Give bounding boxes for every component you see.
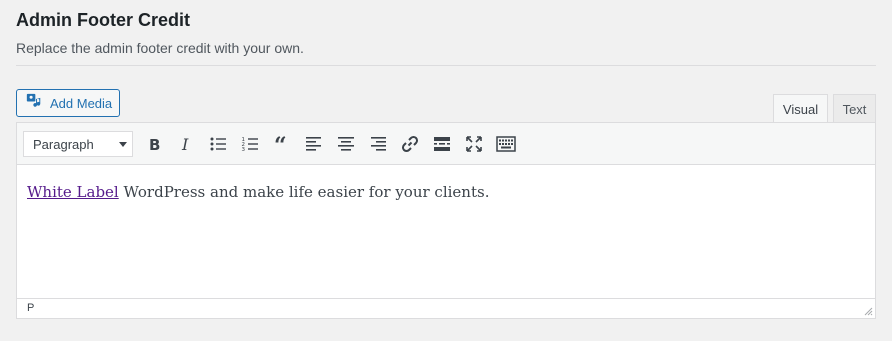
editor-toolbar: Paragraph B I 123 “ <box>17 123 875 165</box>
numbered-list-icon: 123 <box>242 137 258 153</box>
svg-text:“: “ <box>274 134 287 154</box>
toolbar-toggle-button[interactable] <box>495 133 517 155</box>
read-more-icon <box>434 137 450 151</box>
blockquote-icon: “ <box>274 134 287 154</box>
align-left-icon <box>306 137 321 151</box>
italic-icon: I <box>181 135 189 154</box>
add-media-label: Add Media <box>50 95 113 111</box>
bulleted-list-icon <box>210 137 226 151</box>
format-select-value: Paragraph <box>33 136 94 152</box>
bold-icon: B <box>149 136 160 154</box>
add-media-button[interactable]: Add Media <box>16 89 120 117</box>
page-title: Admin Footer Credit <box>16 10 190 30</box>
white-label-link[interactable]: White Label <box>27 183 119 201</box>
editor-content[interactable]: White Label WordPress and make life easi… <box>27 183 489 201</box>
align-right-icon <box>371 137 386 151</box>
align-center-icon <box>338 137 354 151</box>
section-description: Replace the admin footer credit with you… <box>16 40 304 56</box>
insert-link-button[interactable] <box>399 133 421 155</box>
divider <box>16 65 876 66</box>
italic-button[interactable]: I <box>175 133 197 155</box>
fullscreen-icon <box>466 136 482 152</box>
align-left-button[interactable] <box>303 133 325 155</box>
insert-link-icon <box>401 135 419 153</box>
content-text: WordPress and make life easier for your … <box>118 183 490 201</box>
format-select[interactable]: Paragraph <box>23 131 133 157</box>
svg-text:B: B <box>149 136 160 154</box>
editor-statusbar: P <box>17 298 875 318</box>
align-center-button[interactable] <box>335 133 357 155</box>
rich-text-editor: Paragraph B I 123 “ White Label WordPres… <box>16 122 876 319</box>
tab-visual[interactable]: Visual <box>773 94 828 124</box>
element-path[interactable]: P <box>27 302 34 314</box>
blockquote-button[interactable]: “ <box>271 133 293 155</box>
bulleted-list-button[interactable] <box>207 133 229 155</box>
toolbar-toggle-icon <box>496 136 516 152</box>
chevron-down-icon <box>119 142 127 147</box>
align-right-button[interactable] <box>367 133 389 155</box>
svg-text:I: I <box>181 135 189 154</box>
media-icon <box>26 93 43 113</box>
bold-button[interactable]: B <box>143 133 165 155</box>
numbered-list-button[interactable]: 123 <box>239 133 261 155</box>
fullscreen-button[interactable] <box>463 133 485 155</box>
tab-text[interactable]: Text <box>833 94 876 123</box>
read-more-button[interactable] <box>431 133 453 155</box>
svg-text:3: 3 <box>242 147 246 153</box>
resize-handle-icon[interactable] <box>864 307 873 316</box>
